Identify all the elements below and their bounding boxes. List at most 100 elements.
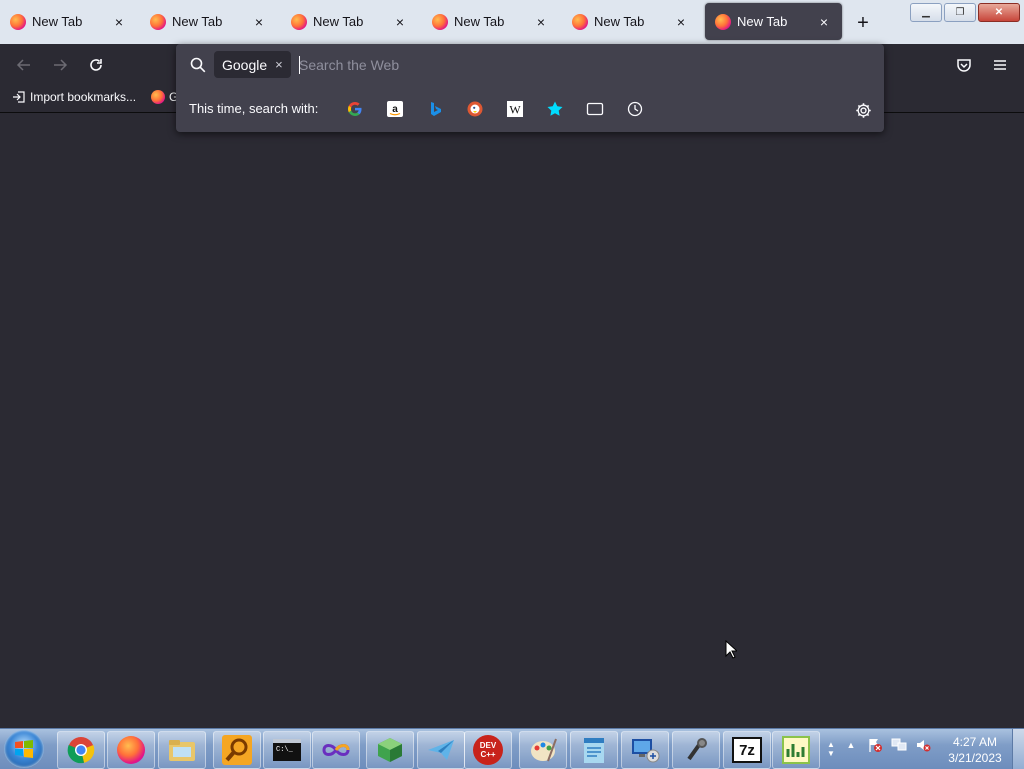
history-search-button[interactable] [624, 98, 646, 120]
firefox-icon [151, 90, 165, 104]
chrome-icon [67, 737, 95, 764]
taskbar-3d-box-app[interactable] [366, 731, 414, 769]
taskbar-infinity-app[interactable] [312, 731, 360, 769]
tab-title: New Tab [737, 14, 788, 29]
windows-logo-icon [15, 740, 33, 758]
new-tab-button[interactable]: + [852, 12, 874, 34]
minimize-button[interactable]: ▁ [910, 3, 942, 22]
tab-title: New Tab [32, 14, 83, 29]
taskbar-file-explorer[interactable] [158, 731, 206, 769]
bookmark-import[interactable]: Import bookmarks... [12, 90, 136, 104]
taskbar-search-tool[interactable] [213, 731, 261, 769]
tab-3[interactable]: New Tab × [281, 3, 418, 40]
tab-close-button[interactable]: × [390, 12, 410, 32]
hamburger-menu-icon [994, 60, 1006, 70]
back-button[interactable] [12, 53, 36, 77]
show-desktop-button[interactable] [1012, 729, 1024, 769]
start-button[interactable] [4, 730, 44, 768]
search-input[interactable] [299, 53, 859, 77]
taskbar-7zip[interactable]: 7z [723, 731, 771, 769]
taskbar-clock[interactable]: 4:27 AM 3/21/2023 [940, 734, 1010, 766]
bing-icon [431, 102, 441, 116]
search-settings-button[interactable] [852, 99, 874, 121]
forward-button[interactable] [48, 53, 72, 77]
chart-app-icon [782, 736, 810, 764]
taskbar-command-prompt[interactable]: C:\_ [263, 731, 311, 769]
remote-desktop-icon [632, 739, 660, 763]
reload-button[interactable] [84, 53, 108, 77]
search-engine-chip[interactable]: Google × [214, 51, 291, 78]
taskbar-paint[interactable] [519, 731, 567, 769]
dev-cpp-label: DEV C++ [479, 741, 497, 759]
chevron-up-icon: ▲ [846, 740, 856, 750]
volume-tray[interactable] [914, 735, 932, 755]
show-hidden-icons-button[interactable]: ▲ [844, 735, 858, 755]
firefox-icon [291, 13, 307, 30]
restore-button[interactable]: ❐ [944, 3, 976, 22]
tabs-search-button[interactable] [584, 98, 606, 120]
gear-icon [855, 102, 871, 118]
taskbar-scroll[interactable]: ▲ ▼ [824, 729, 838, 769]
tabs-icon [586, 102, 604, 116]
window-controls: ▁ ❐ ✕ [910, 3, 1020, 22]
taskbar-paper-plane-app[interactable] [417, 731, 465, 769]
taskbar-chart-app[interactable] [772, 731, 820, 769]
tab-close-button[interactable]: × [531, 12, 551, 32]
clock-time: 4:27 AM [952, 735, 998, 749]
tab-6-active[interactable]: New Tab × [705, 3, 842, 40]
remove-engine-button[interactable]: × [275, 57, 283, 72]
paint-icon [531, 738, 557, 762]
firefox-icon [432, 13, 448, 30]
3d-box-app-icon [378, 738, 402, 762]
tab-close-button[interactable]: × [109, 12, 129, 32]
microphone-icon [687, 738, 707, 761]
tab-1[interactable]: New Tab × [0, 3, 137, 40]
taskbar-remote-desktop[interactable] [621, 731, 669, 769]
wikipedia-engine-button[interactable]: W [504, 98, 526, 120]
urlbar-popup: Google × This time, search with: a W [176, 44, 884, 132]
tab-close-button[interactable]: × [814, 12, 834, 32]
taskbar-firefox[interactable] [107, 731, 155, 769]
search-engine-name: Google [222, 56, 268, 73]
taskbar-notepad[interactable] [570, 731, 618, 769]
tab-4[interactable]: New Tab × [422, 3, 559, 40]
tab-title: New Tab [172, 14, 223, 29]
taskbar-dev-cpp[interactable]: DEV C++ [464, 731, 512, 769]
app-menu-button[interactable] [989, 54, 1011, 76]
tab-close-button[interactable]: × [249, 12, 269, 32]
file-explorer-icon [169, 740, 195, 761]
close-window-button[interactable]: ✕ [978, 3, 1020, 22]
paper-plane-app-icon [428, 740, 454, 760]
google-icon [348, 102, 362, 116]
bookmarks-search-button[interactable] [544, 98, 566, 120]
firefox-icon [715, 13, 731, 30]
bing-engine-button[interactable] [424, 98, 446, 120]
import-icon [12, 90, 26, 104]
urlbar: Google × [176, 44, 884, 86]
notepad-icon [584, 738, 604, 763]
tab-strip: New Tab × New Tab × New Tab × New Tab × … [0, 0, 1024, 44]
bookmark-label: Import bookmarks... [30, 90, 137, 104]
network-tray[interactable] [890, 735, 908, 755]
google-engine-button[interactable] [344, 98, 366, 120]
pocket-button[interactable] [953, 54, 975, 76]
tab-title: New Tab [313, 14, 364, 29]
duckduckgo-engine-button[interactable] [464, 98, 486, 120]
bookmark-getting-started[interactable]: G [151, 90, 178, 104]
tab-close-button[interactable]: × [671, 12, 691, 32]
forward-arrow-icon [54, 59, 68, 71]
taskbar-chrome[interactable] [57, 731, 105, 769]
dev-cpp-icon: DEV C++ [473, 735, 503, 765]
taskbar-microphone[interactable] [672, 731, 720, 769]
tab-title: New Tab [594, 14, 645, 29]
speaker-muted-icon [917, 740, 931, 752]
tab-5[interactable]: New Tab × [562, 3, 699, 40]
infinity-app-icon [322, 744, 350, 756]
text-caret [299, 56, 300, 74]
tab-2[interactable]: New Tab × [140, 3, 277, 40]
amazon-icon: a [387, 101, 403, 117]
amazon-engine-button[interactable]: a [384, 98, 406, 120]
mouse-pointer-icon [725, 640, 737, 659]
action-center-tray[interactable] [866, 735, 884, 755]
windows-taskbar: C:\_ DEV C++ 7z ▲ ▼ ▲ 4:27 AM 3/21/2023 [0, 728, 1024, 769]
